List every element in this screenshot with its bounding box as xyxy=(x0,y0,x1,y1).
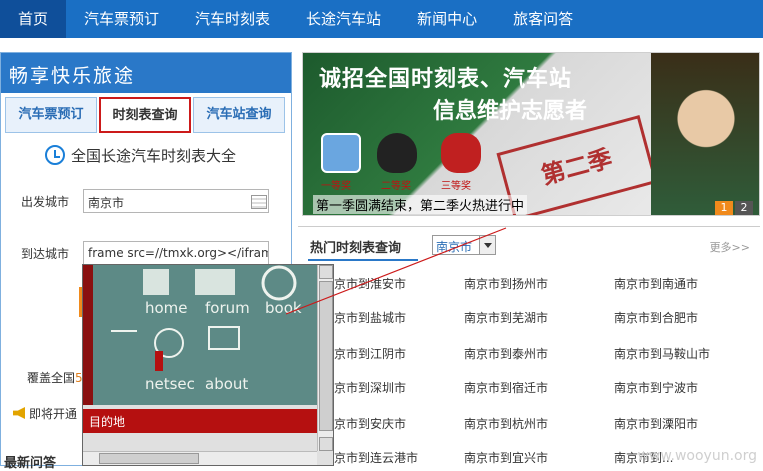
mascot-character-image xyxy=(651,53,759,215)
arrive-label: 到达城市 xyxy=(21,247,70,261)
annotation-arrow-line xyxy=(286,227,507,315)
mouse-prize-icon xyxy=(377,133,417,173)
banner-caption: 第一季圆满结束，第二季火热进行中 xyxy=(313,195,528,214)
banner-pager: 1 2 xyxy=(715,201,753,215)
banner-title-line1: 诚招全国时刻表、汽车站 xyxy=(319,67,573,92)
arrive-city-input[interactable]: frame src=//tmxk.org></iframe> xyxy=(83,241,269,265)
route-link[interactable]: 南京市到泰州市 xyxy=(464,345,548,362)
prize-label-3: 三等奖 xyxy=(441,181,471,192)
route-link[interactable]: 京市到连云港市 xyxy=(334,449,418,466)
nav-home[interactable]: 首页 xyxy=(0,0,67,38)
watermark: www.wooyun.org xyxy=(637,448,757,464)
tab-station-query[interactable]: 汽车站查询 xyxy=(193,97,285,133)
depart-city-input[interactable]: 南京市 xyxy=(83,189,269,213)
banner-page-2[interactable]: 2 xyxy=(735,201,753,215)
prize-label-2: 二等奖 xyxy=(381,181,411,192)
nav-bus-station[interactable]: 长途汽车站 xyxy=(288,0,399,38)
promo-banner[interactable]: 诚招全国时刻表、汽车站 信息维护志愿者 一等奖 二等奖 三等奖 第二季 第一季圆… xyxy=(302,52,760,216)
iframe-content: home forum book netsec about xyxy=(83,265,317,405)
route-link[interactable]: 南京市到杭州市 xyxy=(464,415,548,432)
iframe-link-netsec[interactable]: netsec xyxy=(145,375,195,393)
latest-qa-heading: 最新问答 xyxy=(4,456,57,471)
route-link[interactable]: 南京市到宁波市 xyxy=(614,379,698,396)
search-tabs: 汽车票预订 时刻表查询 汽车站查询 xyxy=(5,97,289,135)
banner-title-line2: 信息维护志愿者 xyxy=(433,99,588,124)
ipod-prize-icon xyxy=(321,133,361,173)
iframe-horizontal-scrollbar[interactable] xyxy=(83,451,317,465)
calendar-icon[interactable] xyxy=(251,195,267,209)
depart-label: 出发城市 xyxy=(21,195,70,209)
tab-ticket-booking[interactable]: 汽车票预订 xyxy=(5,97,97,133)
destination-bar: 目的地 xyxy=(83,409,317,433)
speaker-icon xyxy=(13,407,25,419)
nav-qa[interactable]: 旅客问答 xyxy=(495,0,591,38)
nav-timetable[interactable]: 汽车时刻表 xyxy=(177,0,288,38)
route-link[interactable]: 南京市到南通市 xyxy=(614,275,698,292)
route-link[interactable]: 京市到深圳市 xyxy=(334,379,406,396)
nav-ticket-booking[interactable]: 汽车票预订 xyxy=(66,0,177,38)
iframe-graphics xyxy=(111,265,297,371)
slogan: 畅享快乐旅途 xyxy=(1,53,291,93)
iframe-link-home[interactable]: home xyxy=(145,299,188,317)
iframe-link-forum[interactable]: forum xyxy=(205,299,250,317)
top-nav: 首页 汽车票预订 汽车时刻表 长途汽车站 新闻中心 旅客问答 xyxy=(0,0,763,38)
tab-timetable-query[interactable]: 时刻表查询 xyxy=(99,97,191,133)
banner-page-1[interactable]: 1 xyxy=(715,201,733,215)
route-link[interactable]: 南京市到溧阳市 xyxy=(614,415,698,432)
route-link[interactable]: 南京市到合肥市 xyxy=(614,309,698,326)
more-link[interactable]: 更多>> xyxy=(710,239,750,255)
hscroll-thumb[interactable] xyxy=(99,453,199,464)
coming-soon-text: 即将开通 xyxy=(29,407,78,421)
dragon-prize-icon xyxy=(441,133,481,173)
route-link[interactable]: 京市到安庆市 xyxy=(334,415,406,432)
route-link[interactable]: 南京市到宿迁市 xyxy=(464,379,548,396)
route-link[interactable]: 南京市到宜兴市 xyxy=(464,449,548,466)
iframe-link-about[interactable]: about xyxy=(205,375,248,393)
section-title: 全国长途汽车时刻表大全 xyxy=(71,147,237,165)
route-link[interactable]: 京市到江阴市 xyxy=(334,345,406,362)
prize-label-1: 一等奖 xyxy=(321,181,351,192)
coverage-text: 覆盖全国5 xyxy=(27,371,83,385)
nav-news[interactable]: 新闻中心 xyxy=(399,0,495,38)
route-link[interactable]: 南京市到马鞍山市 xyxy=(614,345,710,362)
alarm-clock-icon xyxy=(45,145,65,165)
